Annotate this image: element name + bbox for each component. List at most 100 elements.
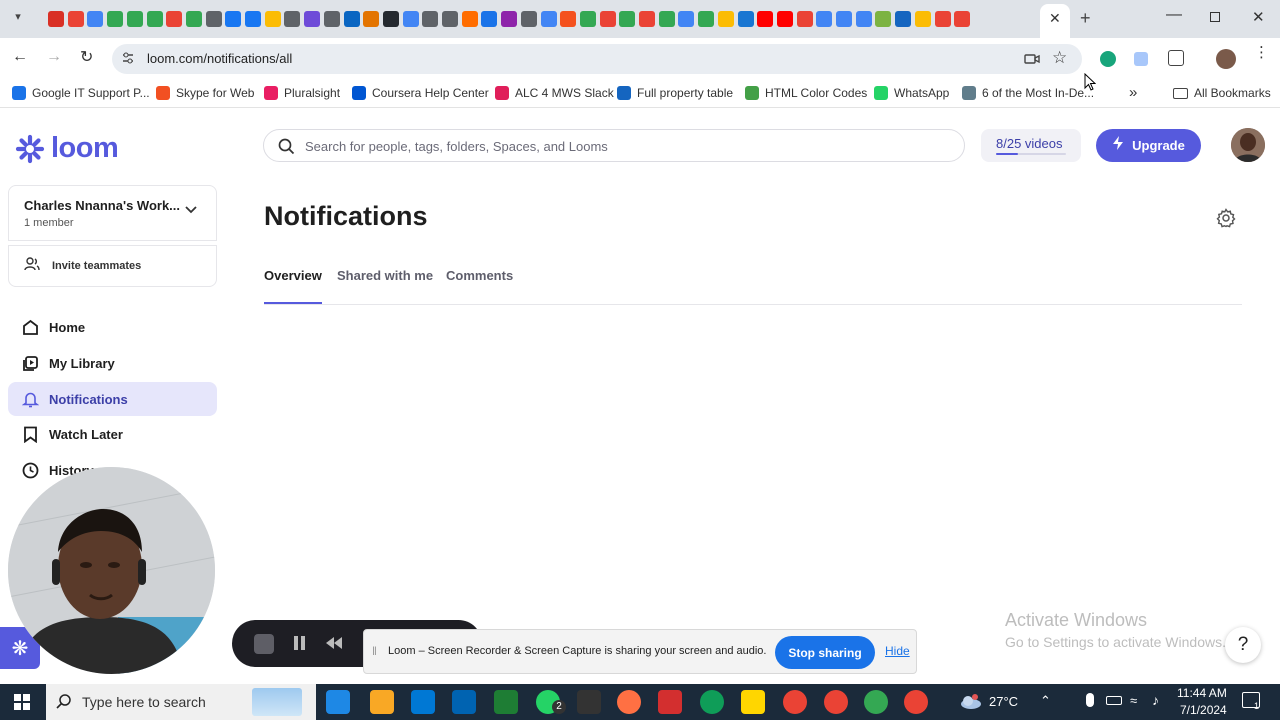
chrome-icon[interactable] — [783, 690, 807, 714]
minimize-button[interactable]: — — [1166, 6, 1182, 24]
invite-teammates-button[interactable]: Invite teammates — [8, 245, 217, 287]
tab-favicon-icon[interactable] — [67, 11, 84, 27]
clock-date[interactable]: 7/1/2024 — [1180, 703, 1227, 717]
restore-button[interactable] — [1210, 12, 1220, 22]
video-count-indicator[interactable]: 8/25 videos — [981, 129, 1081, 162]
nav-item-home[interactable]: Home — [8, 310, 217, 344]
tab-shared-with-me[interactable]: Shared with me — [337, 268, 433, 283]
puzzle-extensions-icon[interactable] — [1168, 50, 1184, 66]
active-tab[interactable]: ✕ — [1040, 4, 1070, 38]
tab-favicon-icon[interactable] — [48, 11, 64, 27]
tab-favicon-icon[interactable] — [442, 11, 458, 27]
help-button[interactable]: ? — [1225, 627, 1261, 663]
tab-favicon-icon[interactable] — [934, 11, 951, 27]
back-arrow-icon[interactable]: ← — [12, 48, 28, 66]
tab-favicon-icon[interactable] — [225, 11, 242, 27]
rewind-icon[interactable] — [325, 636, 343, 655]
camera-icon[interactable] — [1024, 52, 1040, 64]
bookmark-item[interactable]: Full property table — [617, 86, 733, 100]
tab-favicon-icon[interactable] — [757, 11, 774, 27]
tab-favicon-icon[interactable] — [185, 11, 202, 27]
tab-favicon-icon[interactable] — [658, 11, 675, 27]
new-tab-button[interactable]: + — [1080, 8, 1091, 29]
firefox-icon[interactable] — [617, 690, 641, 714]
tab-favicon-icon[interactable] — [87, 11, 104, 27]
chrome-icon[interactable] — [864, 690, 888, 714]
taskbar-search-box[interactable]: Type here to search — [46, 684, 316, 720]
tab-favicon-icon[interactable] — [599, 11, 616, 27]
tab-favicon-icon[interactable] — [461, 11, 478, 27]
tab-favicon-icon[interactable] — [717, 11, 734, 27]
stop-recording-icon[interactable] — [254, 634, 274, 654]
extension-icon[interactable] — [1134, 52, 1148, 66]
hide-sharing-link[interactable]: Hide — [885, 644, 910, 658]
bookmark-item[interactable]: Google IT Support P... — [12, 86, 150, 100]
tab-favicon-icon[interactable] — [560, 11, 577, 27]
nav-item-notifications[interactable]: Notifications — [8, 382, 217, 416]
tab-favicon-icon[interactable] — [776, 11, 793, 27]
tab-overview[interactable]: Overview — [264, 268, 322, 283]
microphone-icon[interactable] — [1086, 693, 1094, 707]
bookmark-item[interactable]: HTML Color Codes — [745, 86, 867, 100]
user-avatar[interactable] — [1231, 128, 1265, 162]
tab-favicon-icon[interactable] — [284, 11, 301, 27]
profile-avatar-icon[interactable] — [1216, 49, 1236, 69]
tab-search-button[interactable]: ▾ — [8, 10, 28, 28]
more-bookmarks-chevron-icon[interactable]: » — [1129, 84, 1137, 101]
tab-favicon-icon[interactable] — [855, 11, 872, 27]
tab-favicon-icon[interactable] — [422, 11, 439, 27]
tab-favicon-icon[interactable] — [205, 11, 222, 27]
file-explorer-icon[interactable] — [370, 690, 394, 714]
tab-favicon-icon[interactable] — [836, 11, 852, 27]
bookmark-item[interactable]: Skype for Web — [156, 86, 254, 100]
task-view-icon[interactable] — [326, 690, 350, 714]
battery-icon[interactable] — [1106, 696, 1122, 705]
url-text[interactable]: loom.com/notifications/all — [147, 51, 292, 66]
upgrade-button[interactable]: Upgrade — [1096, 129, 1201, 162]
tab-favicon-icon[interactable] — [540, 11, 557, 27]
reload-icon[interactable]: ↻ — [80, 47, 93, 67]
workspace-switcher[interactable]: Charles Nnanna's Work... 1 member — [8, 185, 217, 241]
bookmark-item[interactable]: Coursera Help Center — [352, 86, 489, 100]
close-tab-icon[interactable]: ✕ — [1049, 10, 1061, 27]
loom-extension-icon[interactable] — [1100, 51, 1116, 67]
tab-favicon-icon[interactable] — [323, 11, 340, 27]
chrome-icon[interactable] — [904, 690, 928, 714]
tab-favicon-icon[interactable] — [126, 11, 143, 27]
app-icon[interactable] — [577, 690, 601, 714]
tab-favicon-icon[interactable] — [698, 11, 715, 27]
webcam-bubble[interactable] — [8, 467, 215, 674]
nav-item-watch-later[interactable]: Watch Later — [8, 417, 217, 451]
tab-favicon-icon[interactable] — [954, 11, 971, 27]
tab-favicon-icon[interactable] — [166, 11, 183, 27]
clock-time[interactable]: 11:44 AM — [1177, 686, 1227, 700]
tab-favicon-icon[interactable] — [579, 11, 596, 27]
bookmark-star-icon[interactable]: ☆ — [1052, 48, 1067, 68]
tab-favicon-icon[interactable] — [481, 11, 498, 27]
edge-icon[interactable] — [700, 690, 724, 714]
all-bookmarks-button[interactable]: All Bookmarks — [1173, 86, 1271, 100]
drag-handle-icon[interactable]: ‖ — [372, 644, 377, 658]
stop-sharing-button[interactable]: Stop sharing — [775, 636, 875, 669]
nav-item-my-library[interactable]: My Library — [8, 346, 217, 380]
mail-icon[interactable] — [452, 690, 476, 714]
tab-favicon-icon[interactable] — [639, 11, 655, 27]
search-input[interactable]: Search for people, tags, folders, Spaces… — [263, 129, 965, 162]
tab-favicon-icon[interactable] — [875, 11, 892, 27]
chrome-icon[interactable] — [824, 690, 848, 714]
tab-favicon-icon[interactable] — [363, 11, 380, 27]
address-bar[interactable]: loom.com/notifications/all ☆ — [112, 44, 1082, 74]
tab-favicon-icon[interactable] — [737, 11, 754, 27]
sticky-notes-icon[interactable] — [741, 690, 765, 714]
loom-logo[interactable]: loom — [15, 132, 119, 165]
wifi-icon[interactable]: ≈ — [1130, 693, 1137, 708]
tab-favicon-icon[interactable] — [501, 11, 518, 27]
app-icon[interactable] — [658, 690, 682, 714]
tab-favicon-icon[interactable] — [245, 11, 261, 27]
tab-favicon-icon[interactable] — [816, 11, 833, 27]
windows-start-icon[interactable] — [14, 694, 30, 715]
tab-comments[interactable]: Comments — [446, 268, 513, 283]
temperature[interactable]: 27°C — [989, 694, 1018, 709]
tab-favicon-icon[interactable] — [895, 11, 912, 27]
chevron-up-icon[interactable]: ⌃ — [1040, 693, 1051, 709]
